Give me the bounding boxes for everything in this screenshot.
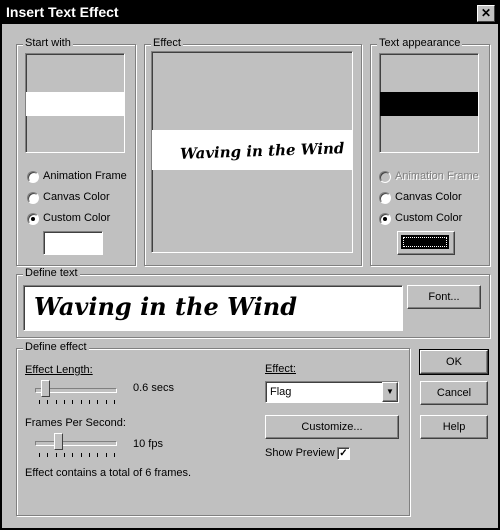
cancel-button[interactable]: Cancel [420, 381, 488, 405]
start-with-color-swatch[interactable] [43, 231, 103, 255]
start-with-preview [25, 53, 125, 153]
effect-length-value: 0.6 secs [133, 382, 174, 394]
slider-tick [72, 400, 73, 404]
radio-label: Canvas Color [43, 191, 110, 203]
radio-label: Custom Color [43, 212, 111, 224]
effect-length-label-text: Effect Length: [25, 364, 93, 376]
slider-tick [39, 453, 40, 457]
show-preview-label: Show Preview [265, 447, 335, 459]
chevron-down-icon[interactable]: ▼ [382, 382, 398, 402]
effect-select-label: Effect: [265, 363, 296, 375]
fps-label: Frames Per Second: [25, 417, 126, 429]
define-text-group: Define text Waving in the Wind Font... [16, 267, 490, 338]
slider-tick [56, 400, 57, 404]
slider-tick [106, 453, 107, 457]
slider-tick [39, 400, 40, 404]
slider-tick [64, 453, 65, 457]
close-icon[interactable]: ✕ [477, 5, 495, 22]
slider-tick [114, 400, 115, 404]
text-appearance-color-swatch [401, 235, 449, 249]
effect-length-slider-thumb[interactable] [41, 380, 50, 397]
title-bar[interactable]: Insert Text Effect ✕ [2, 2, 498, 24]
slider-tick [47, 453, 48, 457]
radio-label: Custom Color [395, 212, 463, 224]
effect-length-ticks [39, 400, 115, 404]
ok-button[interactable]: OK [419, 349, 489, 375]
effect-group: Effect Waving in the Wind [144, 37, 362, 266]
text-appearance-color-button[interactable] [397, 231, 455, 255]
effect-length-label: Effect Length: [25, 364, 93, 376]
effect-summary: Effect contains a total of 6 frames. [25, 467, 192, 479]
slider-tick [97, 453, 98, 457]
slider-tick [47, 400, 48, 404]
text-appearance-group: Text appearance Animation Frame Canvas C… [370, 37, 490, 266]
slider-tick [89, 400, 90, 404]
slider-tick [81, 400, 82, 404]
customize-button[interactable]: Customize... [265, 415, 399, 439]
effect-preview-canvas: Waving in the Wind [151, 51, 353, 253]
effect-select[interactable]: Flag ▼ [265, 381, 399, 403]
fps-value: 10 fps [133, 438, 163, 450]
start-with-preview-band [26, 92, 124, 116]
slider-tick [114, 453, 115, 457]
radio-label: Canvas Color [395, 191, 462, 203]
window-title: Insert Text Effect [6, 4, 119, 20]
slider-tick [81, 453, 82, 457]
slider-tick [64, 400, 65, 404]
effect-preview-band: Waving in the Wind [152, 130, 352, 170]
text-appearance-preview [379, 53, 479, 153]
font-button[interactable]: Font... [407, 285, 481, 309]
help-button[interactable]: Help [420, 415, 488, 439]
text-appearance-label: Text appearance [377, 37, 463, 49]
slider-tick [72, 453, 73, 457]
define-text-label: Define text [23, 267, 80, 279]
define-effect-label: Define effect [23, 341, 89, 353]
effect-label: Effect [151, 37, 183, 49]
radio-label: Animation Frame [395, 170, 479, 182]
radio-button[interactable] [27, 213, 39, 225]
start-with-group: Start with Animation Frame Canvas Color … [16, 37, 136, 266]
fps-slider-track[interactable] [35, 441, 117, 446]
radio-label: Animation Frame [43, 170, 127, 182]
insert-text-effect-dialog: Insert Text Effect ✕ Start with Animatio… [0, 0, 500, 530]
fps-ticks [39, 453, 115, 457]
radio-button[interactable] [27, 192, 39, 204]
radio-button[interactable] [27, 171, 39, 183]
define-effect-group: Define effect Effect Length: 0.6 secs Fr… [16, 341, 410, 516]
text-appearance-preview-band [380, 92, 478, 116]
slider-tick [97, 400, 98, 404]
radio-button[interactable] [379, 171, 391, 183]
start-with-label: Start with [23, 37, 73, 49]
effect-preview-text: Waving in the Wind [179, 139, 345, 163]
radio-button[interactable] [379, 213, 391, 225]
show-preview-checkbox[interactable]: ✓ [337, 447, 350, 460]
fps-slider-thumb[interactable] [54, 433, 63, 450]
effect-select-value: Flag [270, 386, 292, 398]
radio-button[interactable] [379, 192, 391, 204]
slider-tick [56, 453, 57, 457]
define-text-input[interactable]: Waving in the Wind [23, 285, 403, 331]
slider-tick [89, 453, 90, 457]
slider-tick [106, 400, 107, 404]
define-text-value: Waving in the Wind [34, 292, 298, 321]
